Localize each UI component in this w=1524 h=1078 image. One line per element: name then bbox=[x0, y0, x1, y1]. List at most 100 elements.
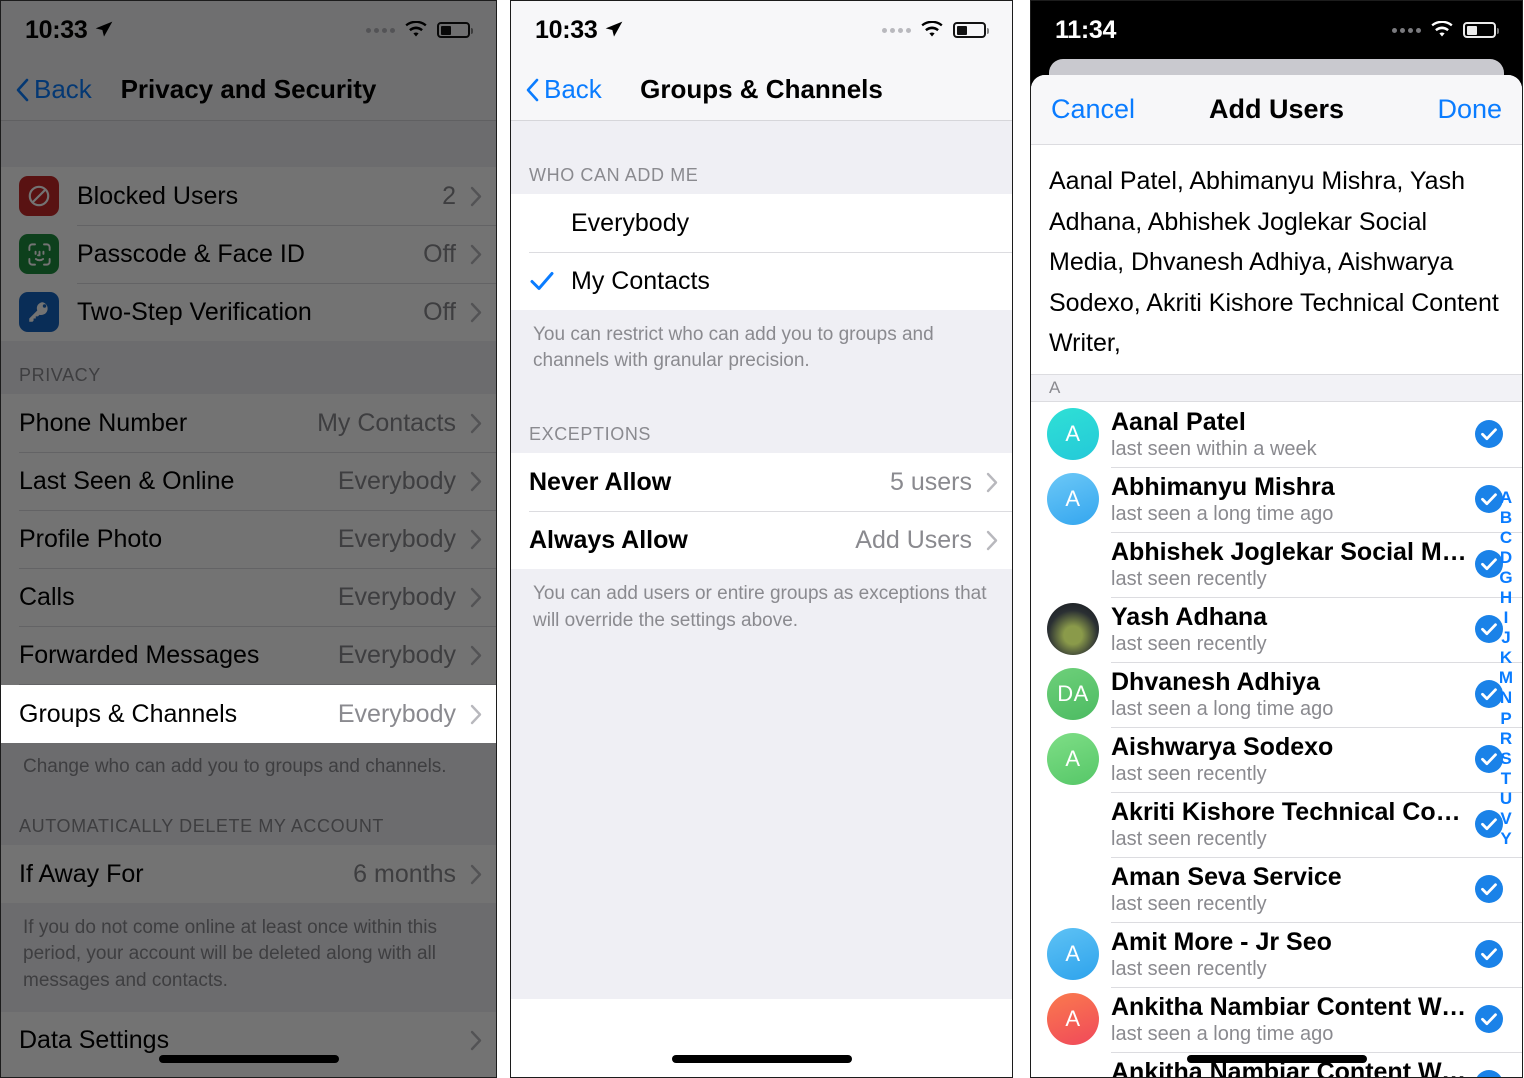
row-profile-photo[interactable]: Profile Photo Everybody bbox=[1, 510, 496, 568]
alpha-index-letter[interactable]: N bbox=[1500, 688, 1512, 708]
row-two-step-verification[interactable]: Two-Step Verification Off bbox=[1, 283, 496, 341]
contact-text: Aishwarya Sodexo last seen recently bbox=[1111, 733, 1468, 786]
contact-row[interactable]: A Aishwarya Sodexo last seen recently bbox=[1031, 726, 1522, 792]
row-blocked-users[interactable]: Blocked Users 2 bbox=[1, 167, 496, 225]
row-passcode-face-id[interactable]: Passcode & Face ID Off bbox=[1, 225, 496, 283]
alpha-index-letter[interactable]: A bbox=[1500, 488, 1512, 508]
selected-users-field[interactable]: Aanal Patel, Abhimanyu Mishra, Yash Adha… bbox=[1031, 145, 1522, 374]
contact-text: Amit More - Jr Seo last seen recently bbox=[1111, 928, 1468, 981]
avatar: A bbox=[1047, 733, 1099, 785]
row-label: Groups & Channels bbox=[19, 699, 238, 728]
location-arrow-icon bbox=[606, 21, 623, 37]
alpha-index-letter[interactable]: Y bbox=[1500, 829, 1511, 849]
contact-text: Abhimanyu Mishra last seen a long time ag… bbox=[1111, 473, 1468, 526]
contact-name: Yash Adhana bbox=[1111, 602, 1268, 631]
wifi-icon bbox=[921, 21, 943, 37]
row-label: Last Seen & Online bbox=[19, 466, 235, 495]
alpha-index-letter[interactable]: B bbox=[1500, 508, 1512, 528]
checkmark-icon bbox=[530, 272, 554, 290]
selected-checkmark-icon[interactable] bbox=[1474, 939, 1504, 969]
selected-checkmark-icon[interactable] bbox=[1474, 1069, 1504, 1077]
cancel-button[interactable]: Cancel bbox=[1051, 94, 1135, 125]
row-value: Everybody bbox=[337, 699, 456, 728]
signal-dots-icon bbox=[366, 27, 395, 33]
back-button-panel2[interactable]: Back bbox=[511, 74, 602, 105]
row-phone-number[interactable]: Phone Number My Contacts bbox=[1, 394, 496, 452]
alpha-index-letter[interactable]: H bbox=[1500, 588, 1512, 608]
face-id-icon bbox=[19, 234, 59, 274]
row-value: Off bbox=[423, 239, 456, 268]
selected-checkmark-icon[interactable] bbox=[1474, 874, 1504, 904]
selected-checkmark-icon[interactable] bbox=[1474, 419, 1504, 449]
alpha-index-letter[interactable]: K bbox=[1500, 648, 1512, 668]
row-never-allow[interactable]: Never Allow 5 users bbox=[511, 453, 1012, 512]
status-bar-panel2: 10:33 bbox=[511, 1, 1012, 59]
contact-row[interactable]: Akriti Kishore Technical Conten...last s… bbox=[1031, 791, 1522, 857]
signal-dots-icon bbox=[882, 27, 911, 33]
contact-row[interactable]: Aman Seva Service last seen recently bbox=[1031, 856, 1522, 922]
contact-name: Akriti Kishore Technical Conten... bbox=[1111, 797, 1468, 826]
alphabet-scrubber[interactable]: ABCDGHIJKMNPRSTUVY bbox=[1494, 488, 1518, 849]
row-value: Everybody bbox=[337, 466, 456, 495]
option-everybody[interactable]: Everybody bbox=[511, 194, 1012, 252]
contact-row[interactable]: DA Dhvanesh Adhiya last seen a long time a… bbox=[1031, 661, 1522, 727]
alpha-index-letter[interactable]: I bbox=[1504, 608, 1509, 628]
alpha-index-letter[interactable]: T bbox=[1501, 769, 1511, 789]
row-label: Always Allow bbox=[529, 525, 688, 554]
avatar-placeholder bbox=[1047, 798, 1099, 850]
blocked-users-icon bbox=[19, 176, 59, 216]
row-calls[interactable]: Calls Everybody bbox=[1, 568, 496, 626]
row-last-seen-online[interactable]: Last Seen & Online Everybody bbox=[1, 452, 496, 510]
status-time: 11:34 bbox=[1055, 15, 1117, 44]
avatar: DA bbox=[1047, 668, 1099, 720]
alpha-index-letter[interactable]: M bbox=[1499, 668, 1513, 688]
alpha-index-letter[interactable]: R bbox=[1500, 729, 1512, 749]
alpha-index-letter[interactable]: J bbox=[1501, 628, 1510, 648]
contact-text: Ankitha Nambiar Content Writerlast seen … bbox=[1111, 993, 1468, 1046]
contact-row[interactable]: Abhishek Joglekar Social Media last seen … bbox=[1031, 531, 1522, 597]
selected-checkmark-icon[interactable] bbox=[1474, 1004, 1504, 1034]
row-label: Never Allow bbox=[529, 467, 672, 496]
chevron-right-icon bbox=[470, 704, 482, 724]
home-indicator bbox=[158, 1055, 339, 1063]
contact-row[interactable]: A Aanal Patel last seen within a week bbox=[1031, 401, 1522, 467]
row-always-allow[interactable]: Always Allow Add Users bbox=[511, 511, 1012, 570]
row-label: Forwarded Messages bbox=[19, 640, 260, 669]
done-button[interactable]: Done bbox=[1437, 94, 1502, 125]
alpha-index-letter[interactable]: G bbox=[1499, 568, 1512, 588]
contact-name: Dhvanesh Adhiya bbox=[1111, 667, 1320, 696]
contact-row[interactable]: Yash Adhana last seen recently bbox=[1031, 596, 1522, 662]
row-if-away-for[interactable]: If Away For 6 months bbox=[1, 845, 496, 904]
contact-name: Aishwarya Sodexo bbox=[1111, 732, 1334, 761]
battery-icon bbox=[437, 22, 473, 38]
home-indicator bbox=[1186, 1055, 1367, 1063]
contact-row[interactable]: A Ankitha Nambiar Content Writer last seen… bbox=[1031, 986, 1522, 1052]
alpha-index-letter[interactable]: C bbox=[1500, 528, 1512, 548]
contact-status: last seen recently bbox=[1111, 762, 1267, 785]
key-icon bbox=[19, 292, 59, 332]
status-left: 10:33 bbox=[535, 16, 624, 45]
alpha-index-letter[interactable]: V bbox=[1500, 809, 1511, 829]
alpha-index-letter[interactable]: D bbox=[1500, 548, 1512, 568]
contact-row[interactable]: A Amit More - Jr Seo last seen recently bbox=[1031, 921, 1522, 987]
back-button-panel1[interactable]: Back bbox=[1, 74, 92, 105]
battery-icon bbox=[1463, 22, 1499, 38]
option-my-contacts[interactable]: My Contacts bbox=[511, 252, 1012, 310]
contact-status: last seen a long time ago bbox=[1111, 697, 1334, 720]
alpha-index-letter[interactable]: P bbox=[1500, 709, 1511, 729]
row-label: If Away For bbox=[19, 859, 144, 888]
spacer-top bbox=[1, 121, 496, 167]
row-value: My Contacts bbox=[317, 408, 456, 437]
status-left: 11:34 bbox=[1055, 16, 1116, 45]
alpha-index-letter[interactable]: U bbox=[1500, 789, 1512, 809]
exceptions-header: EXCEPTIONS bbox=[511, 392, 1012, 454]
row-forwarded-messages[interactable]: Forwarded Messages Everybody bbox=[1, 626, 496, 684]
alpha-index-letter[interactable]: S bbox=[1500, 749, 1511, 769]
avatar: A bbox=[1047, 473, 1099, 525]
section-index-letter: A bbox=[1031, 373, 1522, 402]
contact-name: Aman Seva Service bbox=[1111, 862, 1342, 891]
row-groups-channels-highlighted[interactable]: Groups & Channels Everybody bbox=[1, 685, 496, 743]
avatar-photo bbox=[1047, 603, 1099, 655]
contact-row[interactable]: A Abhimanyu Mishra last seen a long time a… bbox=[1031, 466, 1522, 532]
row-value: Add Users bbox=[855, 525, 972, 554]
